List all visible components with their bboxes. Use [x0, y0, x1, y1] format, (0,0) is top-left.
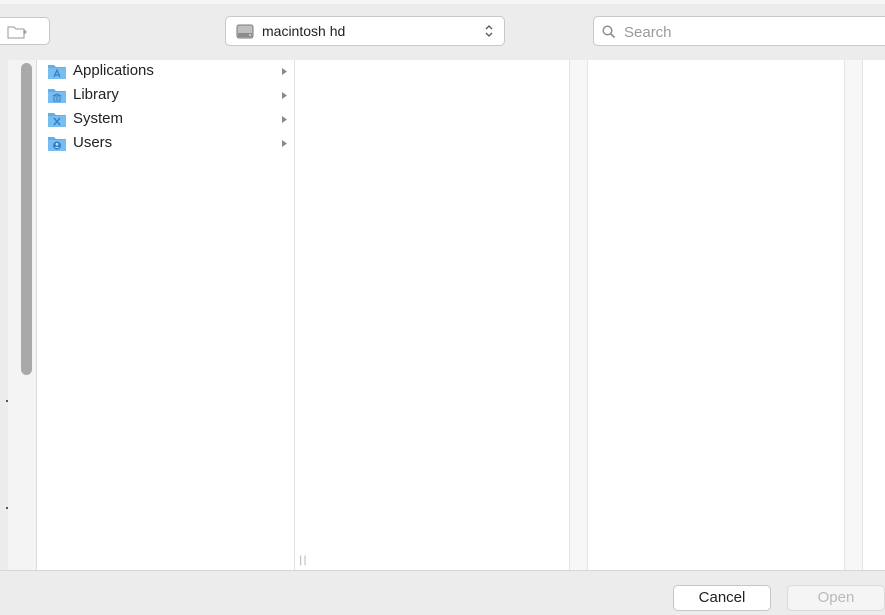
list-item-label: Library	[73, 86, 119, 103]
column-divider[interactable]	[845, 60, 863, 570]
location-popup[interactable]: macintosh hd	[225, 16, 505, 46]
browser-column-1: Applications Library System Users	[37, 60, 295, 570]
system-folder-icon	[48, 113, 66, 127]
browser-column-2	[295, 60, 570, 570]
open-button[interactable]: Open	[787, 585, 885, 611]
window-edge-mark	[6, 400, 8, 402]
list-item-users[interactable]: Users	[37, 132, 295, 156]
users-folder-icon	[48, 137, 66, 151]
applications-folder-icon	[48, 65, 66, 79]
new-folder-button[interactable]	[0, 17, 50, 45]
list-item-library[interactable]: Library	[37, 84, 295, 108]
hard-disk-icon	[236, 24, 254, 39]
sidebar-scroll-thumb[interactable]	[21, 63, 32, 375]
chevron-updown-icon	[485, 25, 493, 37]
column-resize-grip[interactable]: ||	[299, 555, 308, 566]
search-field[interactable]	[593, 16, 885, 46]
search-input[interactable]	[622, 21, 876, 43]
browser-column-4	[863, 60, 885, 570]
toolbar: macintosh hd	[0, 0, 885, 60]
new-folder-icon	[7, 26, 27, 39]
list-item-label: System	[73, 110, 124, 127]
list-item-applications[interactable]: Applications	[37, 60, 295, 84]
dialog-footer: Cancel Open	[0, 570, 885, 615]
list-item-label: Users	[73, 134, 113, 151]
disclosure-arrow-icon	[282, 68, 287, 75]
cancel-button[interactable]: Cancel	[673, 585, 771, 611]
window-edge-mark	[6, 507, 8, 509]
disclosure-arrow-icon	[282, 116, 287, 123]
toolbar-top-edge	[0, 0, 885, 4]
library-folder-icon	[48, 89, 66, 103]
location-label: macintosh hd	[262, 23, 346, 39]
list-item-label: Applications	[73, 62, 154, 79]
disclosure-arrow-icon	[282, 92, 287, 99]
search-icon	[602, 25, 616, 39]
browser-column-3	[588, 60, 845, 570]
disclosure-arrow-icon	[282, 140, 287, 147]
column-divider[interactable]	[570, 60, 588, 570]
list-item-system[interactable]: System	[37, 108, 295, 132]
